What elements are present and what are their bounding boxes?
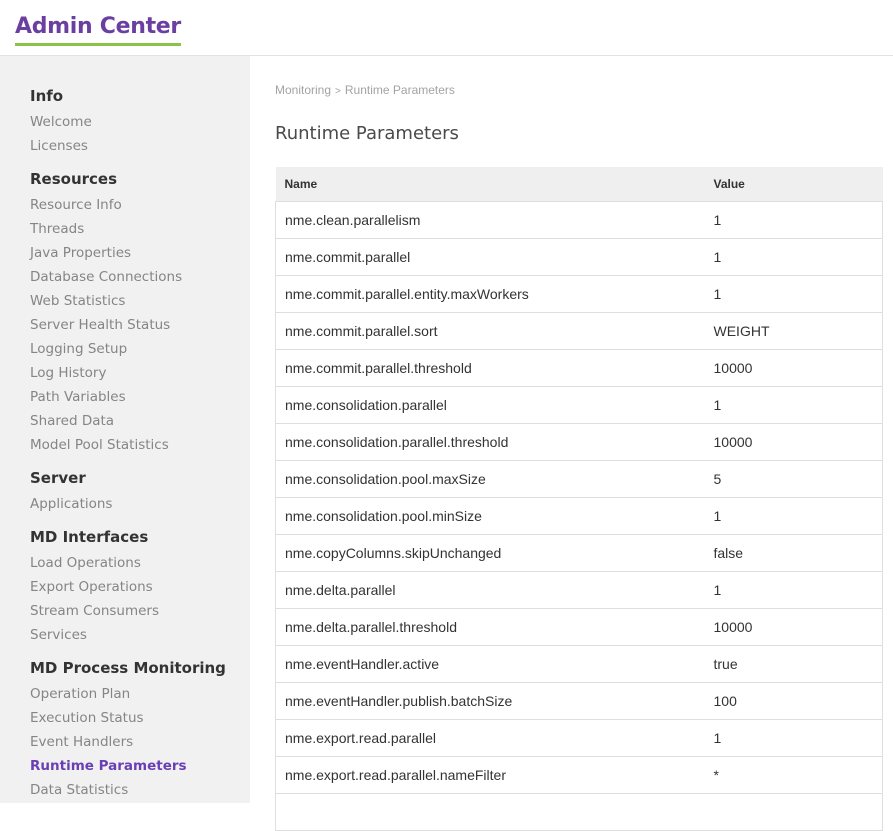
table-row: nme.clean.parallelism 1 [275, 201, 883, 239]
nav-section-heading: Server [30, 469, 86, 487]
sidebar-nav: Info Welcome Licenses Resources Resource Inf… [0, 56, 250, 803]
nav-section: Resources Resource Info Threads Java Proper… [30, 167, 250, 457]
parameter-name-cell: nme.copyColumns.skipUnchanged [275, 534, 705, 572]
table-row: nme.delta.parallel.threshold 10000 [275, 608, 883, 646]
table-row: nme.consolidation.pool.minSize 1 [275, 497, 883, 535]
sidebar-item-load-operations[interactable]: Load Operations [30, 551, 250, 575]
breadcrumb-item-monitoring[interactable]: Monitoring [275, 83, 331, 97]
table-row: nme.commit.parallel.entity.maxWorkers 1 [275, 275, 883, 313]
sidebar-item-resource-info[interactable]: Resource Info [30, 193, 250, 217]
parameter-value-cell: true [704, 645, 883, 683]
sidebar-item-runtime-parameters[interactable]: Runtime Parameters [30, 754, 250, 778]
sidebar-item-event-handlers[interactable]: Event Handlers [30, 730, 250, 754]
nav-section: MD Interfaces Load Operations Export Opera… [30, 525, 250, 647]
parameter-name-cell: nme.consolidation.pool.minSize [275, 497, 705, 535]
breadcrumb-item-current: Runtime Parameters [344, 83, 455, 97]
parameter-value-cell: 5 [704, 460, 883, 498]
sidebar-item-stream-consumers[interactable]: Stream Consumers [30, 599, 250, 623]
table-row: nme.commit.parallel.sort WEIGHT [275, 312, 883, 350]
parameter-value-cell: 1 [704, 386, 883, 424]
parameter-name-cell: nme.eventHandler.publish.batchSize [275, 682, 705, 720]
breadcrumb-separator: > [335, 86, 341, 97]
parameter-name-cell: nme.export.read.parallel.nameFilter [275, 756, 705, 794]
table-row: nme.delta.parallel 1 [275, 571, 883, 609]
parameter-value-cell [704, 793, 883, 831]
parameter-value-cell: 1 [704, 238, 883, 276]
parameter-value-cell: 1 [704, 201, 883, 239]
table-row [275, 793, 883, 831]
nav-section-heading: Info [30, 87, 64, 105]
app-header: Admin Center [0, 0, 893, 56]
sidebar-item-licenses[interactable]: Licenses [30, 134, 250, 158]
parameter-name-cell: nme.export.read.parallel [275, 719, 705, 757]
parameter-name-cell: nme.commit.parallel.entity.maxWorkers [275, 275, 705, 313]
sidebar-item-welcome[interactable]: Welcome [30, 110, 250, 134]
parameter-value-cell: 1 [704, 719, 883, 757]
sidebar-item-log-history[interactable]: Log History [30, 361, 250, 385]
table-row: nme.commit.parallel.threshold 10000 [275, 349, 883, 387]
sidebar-item-operation-plan[interactable]: Operation Plan [30, 682, 250, 706]
table-header-row: Name Value [275, 167, 883, 202]
parameter-name-cell: nme.eventHandler.active [275, 645, 705, 683]
sidebar-item-path-variables[interactable]: Path Variables [30, 385, 250, 409]
parameter-name-cell: nme.consolidation.parallel [275, 386, 705, 424]
nav-section: MD Process Monitoring Operation Plan Execu… [30, 656, 250, 802]
parameter-name-cell: nme.consolidation.parallel.threshold [275, 423, 705, 461]
parameter-name-cell: nme.commit.parallel [275, 238, 705, 276]
page-title: Runtime Parameters [275, 123, 459, 144]
table-row: nme.copyColumns.skipUnchanged false [275, 534, 883, 572]
table-row: nme.commit.parallel 1 [275, 238, 883, 276]
parameter-name-cell: nme.delta.parallel [275, 571, 705, 609]
column-header-value[interactable]: Value [704, 167, 883, 202]
sidebar-item-export-operations[interactable]: Export Operations [30, 575, 250, 599]
parameter-value-cell: 100 [704, 682, 883, 720]
parameter-value-cell: 1 [704, 571, 883, 609]
sidebar-item-logging-setup[interactable]: Logging Setup [30, 337, 250, 361]
parameter-value-cell: false [704, 534, 883, 572]
parameter-name-cell: nme.consolidation.pool.maxSize [275, 460, 705, 498]
sidebar-item-services[interactable]: Services [30, 623, 250, 647]
parameter-value-cell: WEIGHT [704, 312, 883, 350]
parameter-name-cell [275, 793, 705, 831]
runtime-parameters-table: Name Value nme.clean.parallelism 1 nme.com… [275, 167, 883, 831]
parameter-value-cell: * [704, 756, 883, 794]
sidebar-item-java-properties[interactable]: Java Properties [30, 241, 250, 265]
sidebar-item-threads[interactable]: Threads [30, 217, 250, 241]
sidebar-item-model-pool-statistics[interactable]: Model Pool Statistics [30, 433, 250, 457]
parameter-name-cell: nme.delta.parallel.threshold [275, 608, 705, 646]
parameter-value-cell: 10000 [704, 608, 883, 646]
nav-section: Server Applications [30, 466, 250, 516]
table-row: nme.export.read.parallel 1 [275, 719, 883, 757]
breadcrumb: Monitoring > Runtime Parameters [275, 83, 455, 97]
table-row: nme.consolidation.pool.maxSize 5 [275, 460, 883, 498]
sidebar-item-server-health-status[interactable]: Server Health Status [30, 313, 250, 337]
table-row: nme.consolidation.parallel.threshold 1000… [275, 423, 883, 461]
sidebar-item-data-statistics[interactable]: Data Statistics [30, 778, 250, 802]
sidebar-item-database-connections[interactable]: Database Connections [30, 265, 250, 289]
nav-section-heading: MD Interfaces [30, 528, 149, 546]
nav-section-heading: Resources [30, 170, 118, 188]
parameter-name-cell: nme.commit.parallel.threshold [275, 349, 705, 387]
parameter-value-cell: 10000 [704, 423, 883, 461]
app-title[interactable]: Admin Center [15, 13, 181, 46]
parameter-value-cell: 1 [704, 275, 883, 313]
table-row: nme.consolidation.parallel 1 [275, 386, 883, 424]
nav-section-heading: MD Process Monitoring [30, 659, 226, 677]
parameter-name-cell: nme.commit.parallel.sort [275, 312, 705, 350]
parameter-value-cell: 10000 [704, 349, 883, 387]
sidebar-item-applications[interactable]: Applications [30, 492, 250, 516]
column-header-name[interactable]: Name [275, 167, 705, 202]
parameter-name-cell: nme.clean.parallelism [275, 201, 705, 239]
sidebar-item-web-statistics[interactable]: Web Statistics [30, 289, 250, 313]
sidebar-item-shared-data[interactable]: Shared Data [30, 409, 250, 433]
table-row: nme.eventHandler.active true [275, 645, 883, 683]
parameter-value-cell: 1 [704, 497, 883, 535]
nav-section: Info Welcome Licenses [30, 84, 250, 158]
table-row: nme.export.read.parallel.nameFilter * [275, 756, 883, 794]
sidebar-item-execution-status[interactable]: Execution Status [30, 706, 250, 730]
table-row: nme.eventHandler.publish.batchSize 100 [275, 682, 883, 720]
